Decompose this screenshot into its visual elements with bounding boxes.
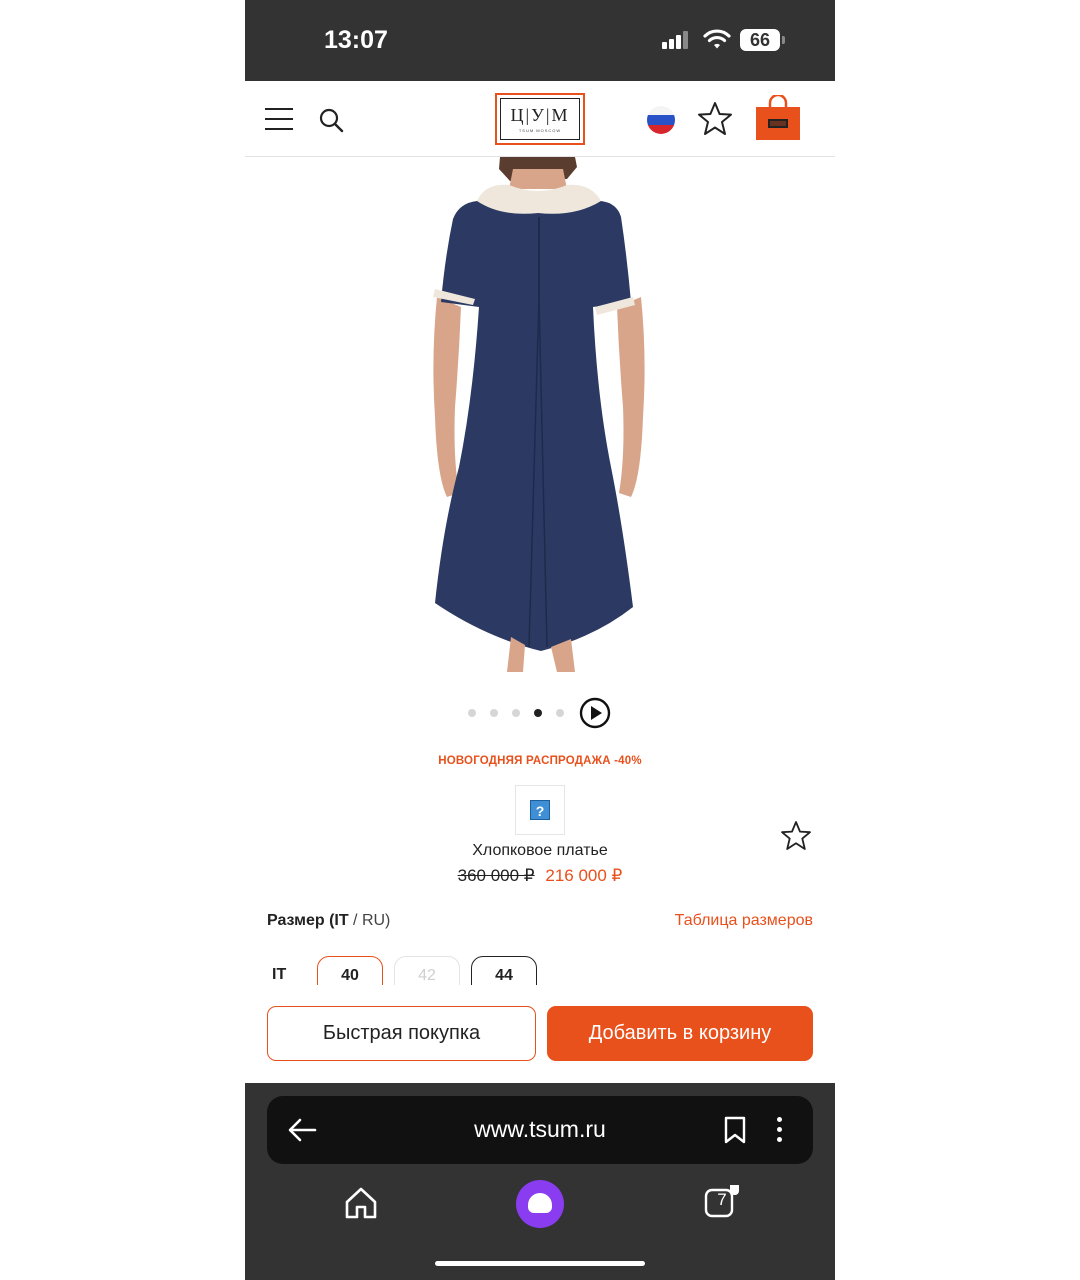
- size-label-bold: Размер (IT: [267, 912, 349, 929]
- brand-logo[interactable]: ?: [515, 785, 565, 835]
- search-icon[interactable]: [318, 107, 344, 133]
- russia-flag-icon[interactable]: [647, 106, 675, 134]
- size-option-44[interactable]: 44: [471, 956, 537, 985]
- shopping-bag-icon[interactable]: [755, 95, 801, 141]
- signal-icon: [662, 31, 690, 49]
- quick-buy-button[interactable]: Быстрая покупка: [267, 1006, 536, 1061]
- size-option-40[interactable]: 40: [317, 956, 383, 985]
- size-label: Размер (IT / RU): [267, 912, 390, 930]
- home-icon[interactable]: [343, 1185, 379, 1221]
- sale-price: 216 000 ₽: [545, 866, 623, 885]
- sale-promo: НОВОГОДНЯЯ РАСПРОДАЖА -40%: [438, 755, 642, 767]
- tabs-icon[interactable]: 7: [703, 1183, 741, 1221]
- battery-indicator: 66: [740, 29, 785, 51]
- product-prices: 360 000 ₽ 216 000 ₽: [245, 866, 835, 886]
- add-to-cart-button[interactable]: Добавить в корзину: [547, 1006, 813, 1061]
- gallery-dot[interactable]: [490, 709, 498, 717]
- size-chart-link[interactable]: Таблица размеров: [675, 912, 813, 930]
- size-selector: IT 40 42 44: [245, 955, 835, 985]
- bookmark-icon[interactable]: [723, 1116, 747, 1144]
- gallery-dot[interactable]: [512, 709, 520, 717]
- menu-icon[interactable]: [265, 108, 293, 130]
- browser-toolbar: www.tsum.ru 7: [245, 1083, 835, 1280]
- star-icon[interactable]: [697, 101, 733, 137]
- more-menu-icon[interactable]: [774, 1116, 784, 1144]
- home-indicator: [435, 1261, 645, 1266]
- gallery-dot-active[interactable]: [534, 709, 542, 717]
- play-icon[interactable]: [579, 697, 611, 729]
- gallery-dot[interactable]: [468, 709, 476, 717]
- alice-assistant-icon[interactable]: [516, 1180, 564, 1228]
- phone-screen: 13:07 66 Ц|У|М TSUM MOSCOW НОВОГОДНЯЯ РА…: [245, 0, 835, 1280]
- status-time: 13:07: [324, 26, 388, 54]
- size-label-ru: / RU): [348, 912, 391, 929]
- image-placeholder-icon: ?: [530, 800, 550, 820]
- tabs-count: 7: [717, 1190, 727, 1209]
- gallery-pagination: [245, 694, 835, 734]
- tsum-logo[interactable]: Ц|У|М TSUM MOSCOW: [495, 93, 585, 145]
- old-price: 360 000 ₽: [457, 866, 535, 885]
- size-system-label: IT: [272, 966, 287, 983]
- logo-letters: Ц|У|М: [510, 105, 570, 125]
- address-bar[interactable]: www.tsum.ru: [267, 1096, 813, 1164]
- logo-subtitle: TSUM MOSCOW: [518, 128, 562, 133]
- site-header: Ц|У|М TSUM MOSCOW: [245, 81, 835, 157]
- gallery-dot[interactable]: [556, 709, 564, 717]
- product-photo[interactable]: [245, 157, 835, 672]
- status-bar: 13:07 66: [245, 0, 835, 81]
- wifi-icon: [703, 29, 731, 49]
- size-option-42[interactable]: 42: [394, 956, 460, 985]
- product-name: Хлопковое платье: [472, 842, 608, 859]
